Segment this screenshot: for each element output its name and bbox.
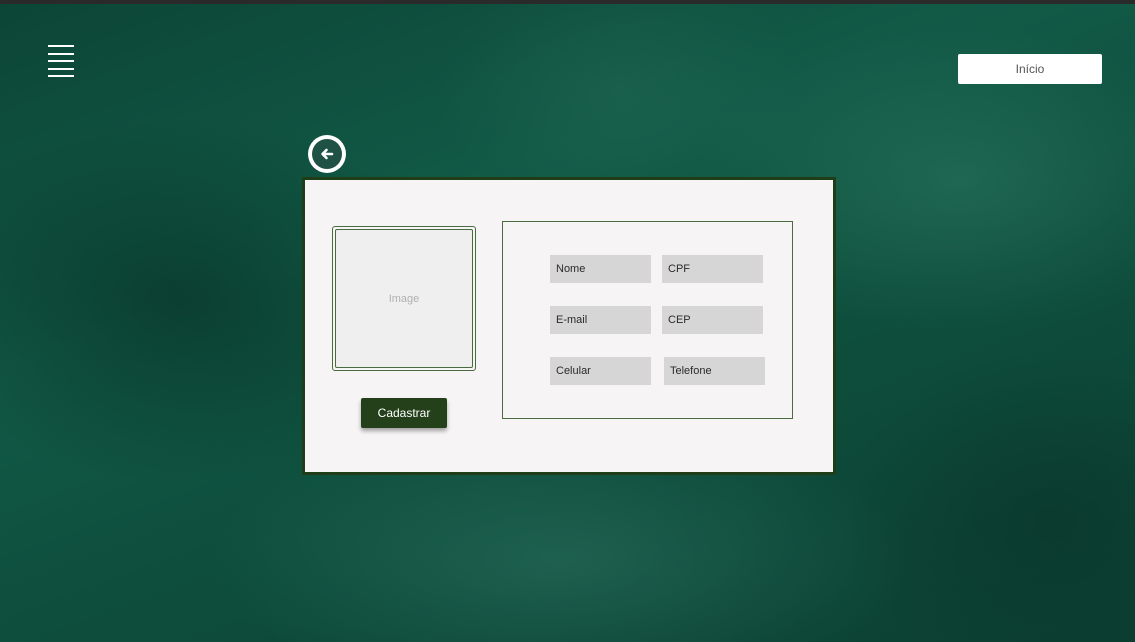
back-button[interactable]	[308, 135, 346, 173]
register-button[interactable]: Cadastrar	[361, 398, 447, 428]
menu-line	[48, 52, 74, 55]
phone-field[interactable]: Telefone	[664, 357, 765, 385]
cpf-field[interactable]: CPF	[662, 255, 763, 283]
email-field[interactable]: E-mail	[550, 306, 651, 334]
menu-line	[48, 60, 74, 62]
name-field[interactable]: Nome	[550, 255, 651, 283]
mobile-field[interactable]: Celular	[550, 357, 651, 385]
image-upload-box[interactable]: Image	[332, 226, 476, 371]
registration-card: Image Cadastrar Nome CPF E-mail CEP Celu…	[302, 177, 836, 475]
hamburger-menu-icon[interactable]	[48, 45, 74, 77]
menu-line	[48, 45, 74, 47]
image-placeholder: Image	[335, 229, 473, 368]
menu-line	[48, 67, 74, 70]
window-top-edge	[0, 0, 1135, 4]
home-button[interactable]: Início	[958, 54, 1102, 84]
arrow-left-circle-icon	[312, 139, 342, 169]
cep-field[interactable]: CEP	[662, 306, 763, 334]
menu-line	[48, 75, 74, 77]
form-panel: Nome CPF E-mail CEP Celular Telefone	[502, 221, 793, 419]
